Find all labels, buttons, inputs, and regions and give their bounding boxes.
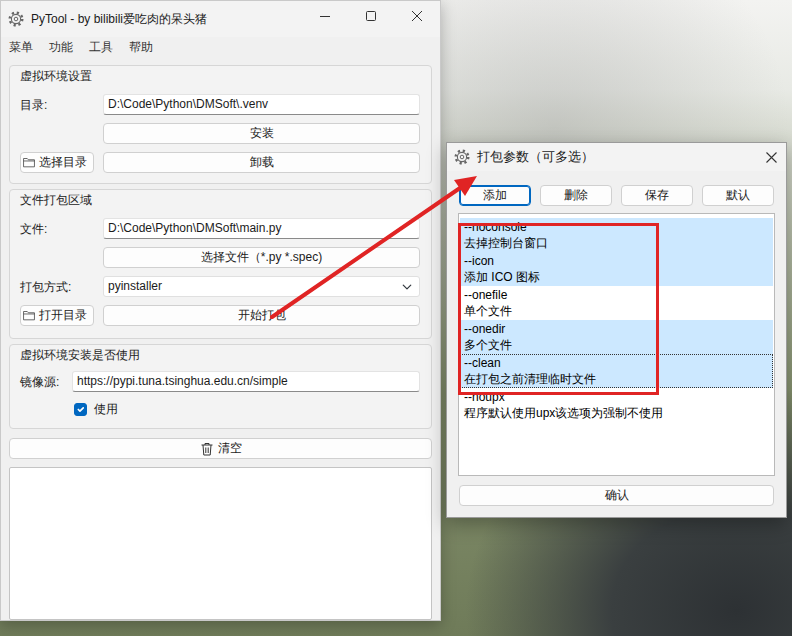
dialog-button[interactable]: 默认 [702,185,774,206]
open-dir-button[interactable]: 打开目录 [20,305,94,326]
uninstall-button[interactable]: 卸载 [103,152,420,173]
main-window: PyTool - by bilibili爱吃肉的呆头猪 菜单功能工具帮助 虚拟环… [0,0,441,621]
dialog-button[interactable]: 保存 [621,185,693,206]
option-focus-frame: --clean在打包之前清理临时文件 [460,354,773,388]
option-flag: --noupx [464,389,769,405]
option-focus-frame: --onefile单个文件 [460,286,773,320]
option-flag: --onefile [464,287,769,303]
option-description: 去掉控制台窗口 [464,235,769,251]
mirror-field[interactable] [72,371,420,392]
option-focus-frame: --icon添加 ICO 图标 [460,252,773,286]
method-select[interactable]: pyinstaller [103,276,420,297]
dialog-close-button[interactable] [756,143,786,171]
close-icon [412,11,422,21]
mirror-group: 虚拟环境安装是否使用 镜像源: 使用 [9,344,432,429]
method-value: pyinstaller [108,279,162,293]
folder-icon [23,309,35,322]
option-flag: --onedir [464,321,769,337]
close-icon [766,152,777,163]
dialog-button[interactable]: 删除 [540,185,612,206]
option-item[interactable]: --icon添加 ICO 图标 [460,252,773,286]
choose-file-button[interactable]: 选择文件（*.py *.spec) [103,247,420,268]
mirror-label: 镜像源: [20,373,72,391]
method-label: 打包方式: [20,278,103,296]
install-button[interactable]: 安装 [103,123,420,144]
gear-icon [8,11,24,27]
clear-label: 清空 [218,440,242,457]
menu-item[interactable]: 工具 [81,37,121,57]
choose-dir-label: 选择目录 [39,154,87,171]
file-label: 文件: [20,220,103,238]
option-description: 多个文件 [464,337,769,353]
title-bar[interactable]: PyTool - by bilibili爱吃肉的呆头猪 [1,1,440,37]
dialog-toolbar: 添加删除保存默认 [447,171,786,206]
options-dialog: 打包参数（可多选） 添加删除保存默认 --noconsole去掉控制台窗口--i… [446,142,787,518]
close-button[interactable] [394,1,440,31]
window-title: PyTool - by bilibili爱吃肉的呆头猪 [31,10,207,28]
option-list[interactable]: --noconsole去掉控制台窗口--icon添加 ICO 图标--onefi… [458,213,775,476]
highlight-rectangle [460,225,658,394]
start-pack-button[interactable]: 开始打包 [103,305,420,326]
option-description: 单个文件 [464,303,769,319]
maximize-button[interactable] [348,1,394,31]
menu-bar: 菜单功能工具帮助 [1,37,440,57]
clear-button[interactable]: 清空 [9,438,432,459]
use-mirror-label[interactable]: 使用 [94,400,118,418]
dialog-title: 打包参数（可多选） [477,147,594,167]
minimize-button[interactable] [302,1,348,31]
option-flag: --clean [464,355,769,371]
option-item[interactable]: --onefile单个文件 [460,286,773,320]
option-item[interactable]: --onedir多个文件 [460,320,773,354]
maximize-icon [366,11,376,21]
gear-icon [454,149,470,165]
menu-item[interactable]: 菜单 [1,37,41,57]
use-mirror-checkbox[interactable] [74,403,87,416]
choose-dir-button[interactable]: 选择目录 [20,152,94,173]
menu-item[interactable]: 功能 [41,37,81,57]
option-description: 在打包之前清理临时文件 [464,371,769,387]
minimize-icon [320,11,330,21]
option-focus-frame: --noconsole去掉控制台窗口 [460,218,773,252]
annotation-overlay [0,0,792,636]
option-description: 添加 ICO 图标 [464,269,769,285]
group-title: 文件打包区域 [20,192,420,208]
trash-icon [200,442,214,456]
open-dir-label: 打开目录 [39,307,87,324]
folder-icon [23,156,35,169]
option-description: 程序默认使用upx该选项为强制不使用 [464,405,769,421]
dialog-title-bar[interactable]: 打包参数（可多选） [447,143,786,171]
option-flag: --noconsole [464,219,769,235]
group-title: 虚拟环境设置 [20,68,420,84]
option-focus-frame: --onedir多个文件 [460,320,773,354]
option-flag: --icon [464,253,769,269]
option-focus-frame: --noupx程序默认使用upx该选项为强制不使用 [460,388,773,422]
dir-field[interactable] [103,94,420,115]
option-item[interactable]: --noupx程序默认使用upx该选项为强制不使用 [460,388,773,422]
annotation-arrow [272,188,460,317]
arrow-head [454,176,477,196]
file-field[interactable] [103,218,420,239]
menu-item[interactable]: 帮助 [121,37,161,57]
pack-group: 文件打包区域 文件: 选择文件（*.py *.spec) 打包方式: pyins… [9,189,432,339]
venv-group: 虚拟环境设置 目录: 安装 选择目录 卸载 [9,65,432,184]
option-item[interactable]: --clean在打包之前清理临时文件 [460,354,773,388]
dialog-button[interactable]: 添加 [459,185,531,206]
option-item[interactable]: --noconsole去掉控制台窗口 [460,218,773,252]
confirm-button[interactable]: 确认 [459,485,774,506]
dir-label: 目录: [20,96,103,114]
log-output[interactable] [9,467,432,620]
group-title: 虚拟环境安装是否使用 [20,347,420,363]
